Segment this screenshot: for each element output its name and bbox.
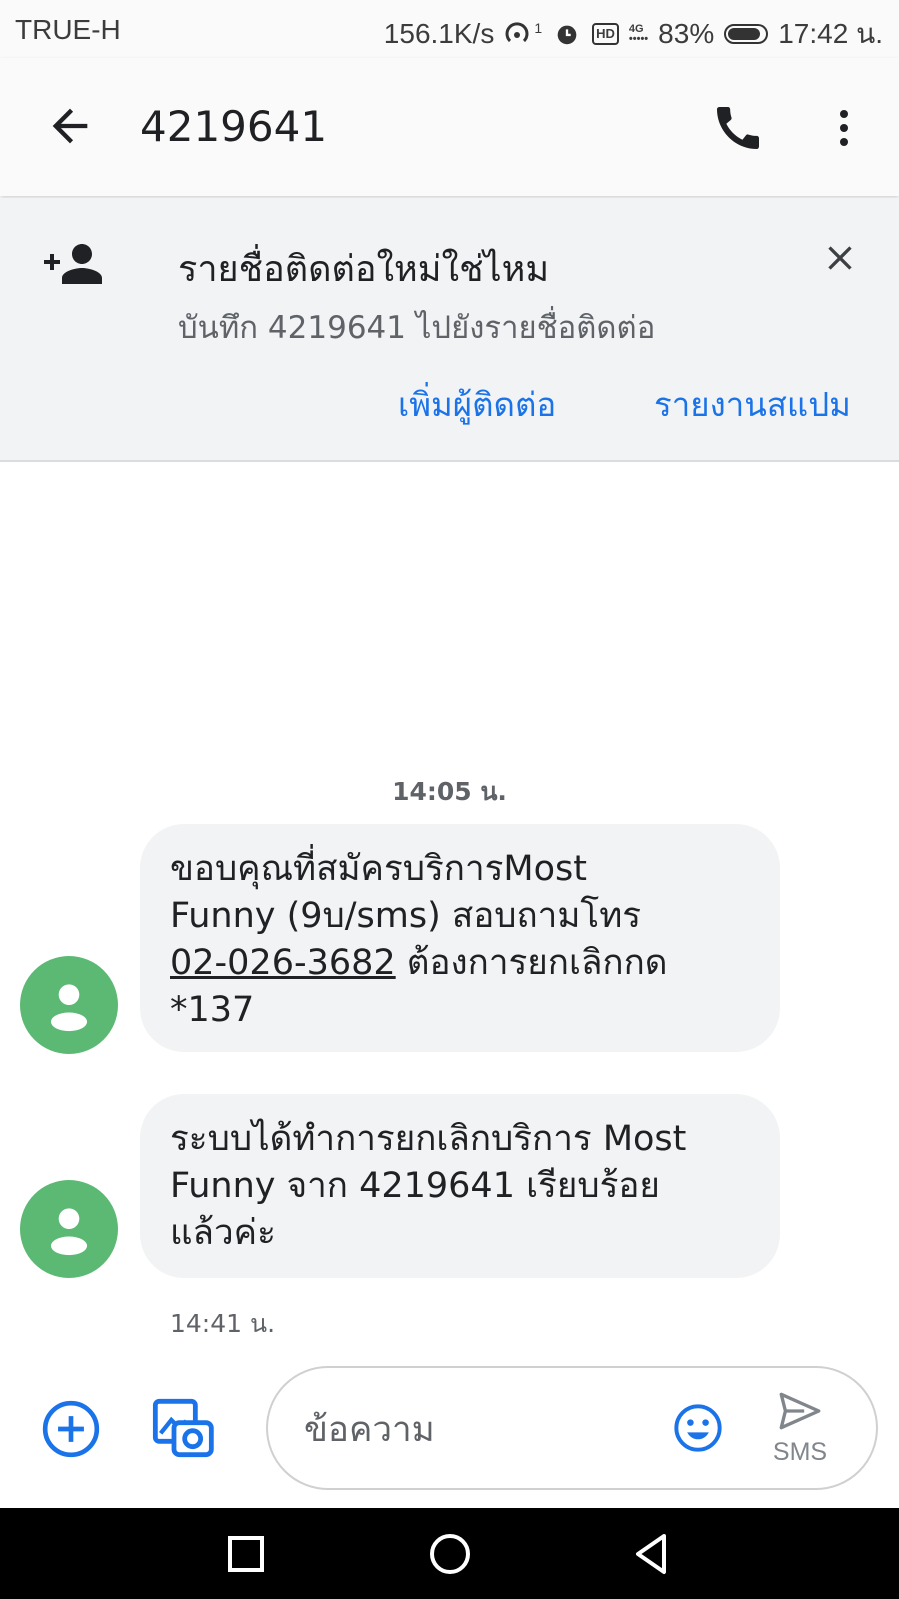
person-icon — [50, 1208, 88, 1256]
message-timestamp: 14:41 น. — [170, 1309, 276, 1338]
message-input[interactable] — [302, 1404, 646, 1456]
send-label: SMS — [772, 1438, 828, 1466]
status-right: 156.1K/s 1 HD 4G ••••• 83% 17:42 น. — [384, 12, 883, 56]
message-line: 02-026-3682 ต้องการยกเลิกกด — [170, 943, 668, 983]
add-circle-icon[interactable] — [40, 1398, 102, 1460]
back-nav-icon[interactable] — [628, 1530, 676, 1578]
carrier-name: TRUE-H — [15, 14, 121, 45]
message-line: ระบบได้ทำการยกเลิกบริการ Most — [170, 1119, 687, 1159]
new-contact-banner: รายชื่อติดต่อใหม่ใช่ไหม บันทึก 4219641 ไ… — [0, 198, 899, 462]
status-bar: TRUE-H 156.1K/s 1 HD 4G ••••• 83% 17:42 น… — [0, 0, 899, 62]
hotspot-icon — [504, 19, 534, 49]
system-nav-bar — [0, 1508, 899, 1599]
add-contact-button[interactable]: เพิ่มผู้ติดต่อ — [398, 378, 556, 431]
message-composer: SMS — [0, 1360, 899, 1510]
person-icon — [50, 984, 88, 1032]
alarm-icon — [552, 19, 582, 49]
report-spam-button[interactable]: รายงานสแปม — [654, 378, 851, 431]
send-button[interactable]: SMS — [770, 1386, 830, 1476]
message-line: ขอบคุณที่สมัครบริการMost — [170, 849, 587, 889]
add-person-icon — [44, 244, 102, 284]
message-bubble[interactable]: ระบบได้ทำการยกเลิกบริการ Most Funny จาก … — [140, 1094, 780, 1278]
battery-percent: 83% — [658, 18, 715, 49]
message-timestamp: 14:05 น. — [392, 777, 507, 806]
avatar[interactable] — [20, 956, 118, 1054]
hotspot-count: 1 — [534, 20, 543, 36]
gallery-camera-icon[interactable] — [150, 1396, 214, 1460]
signal-icon: 4G ••••• — [628, 23, 649, 45]
message-input-container[interactable]: SMS — [266, 1366, 878, 1490]
message-bubble[interactable]: ขอบคุณที่สมัครบริการMost Funny (9บ/sms) … — [140, 824, 780, 1052]
phone-number-link[interactable]: 02-026-3682 — [170, 943, 396, 983]
app-bar: 4219641 — [0, 58, 899, 196]
network-speed: 156.1K/s — [383, 18, 495, 49]
recents-icon[interactable] — [222, 1530, 270, 1578]
clock: 17:42 น. — [778, 18, 883, 49]
message-line: แล้วค่ะ — [170, 1213, 276, 1253]
phone-icon[interactable] — [710, 100, 766, 156]
battery-icon — [724, 24, 769, 44]
more-vert-icon[interactable] — [820, 102, 868, 154]
avatar[interactable] — [20, 1180, 118, 1278]
banner-title: รายชื่อติดต่อใหม่ใช่ไหม — [178, 249, 550, 290]
banner-subtitle: บันทึก 4219641 ไปยังรายชื่อติดต่อ — [178, 310, 656, 346]
close-icon[interactable] — [820, 238, 860, 278]
message-line: Funny (9บ/sms) สอบถามโทร — [170, 896, 642, 936]
home-icon[interactable] — [426, 1530, 474, 1578]
back-arrow-icon[interactable] — [44, 100, 96, 152]
emoji-icon[interactable] — [672, 1402, 724, 1454]
message-line: Funny จาก 4219641 เรียบร้อย — [170, 1166, 660, 1206]
send-icon — [779, 1392, 821, 1430]
conversation-title: 4219641 — [140, 102, 328, 151]
message-line: *137 — [170, 990, 255, 1030]
hd-icon: HD — [592, 23, 619, 45]
